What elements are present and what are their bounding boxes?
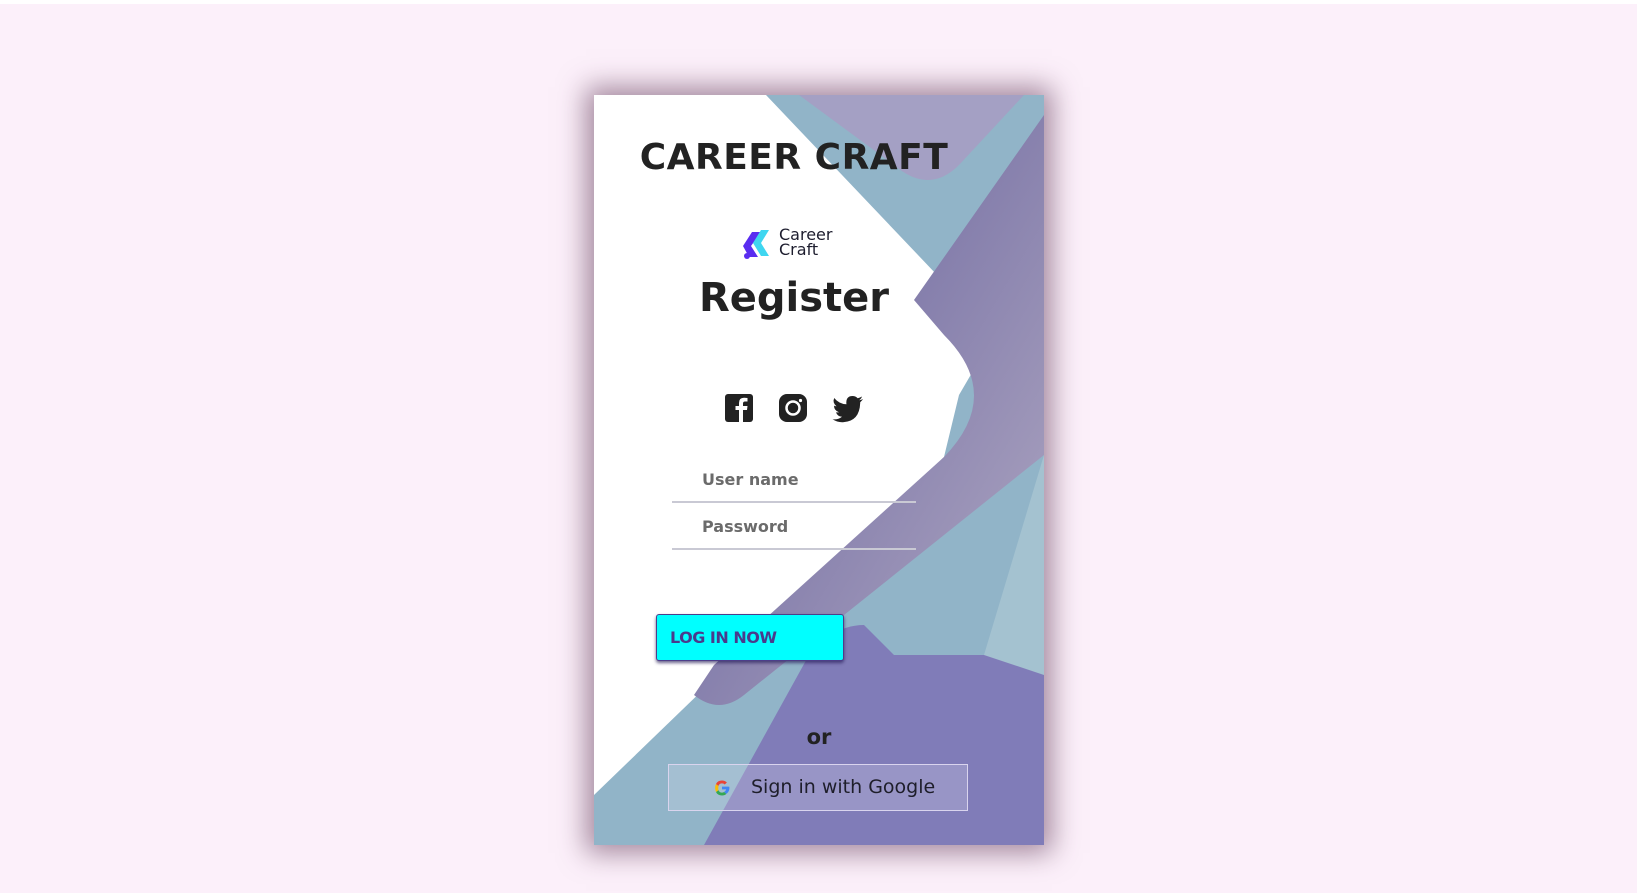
career-craft-logo: Career Craft: [742, 227, 846, 261]
logo-line-2: Craft: [779, 240, 819, 259]
logo-mark-icon: [743, 230, 769, 259]
or-divider-text: or: [806, 725, 832, 749]
register-heading: Register: [698, 275, 890, 321]
google-signin-label: Sign in with Google: [751, 776, 936, 798]
username-field: [672, 457, 916, 503]
google-signin-button[interactable]: Sign in with Google: [668, 764, 968, 811]
brand-title: CAREER CRAFT: [639, 137, 949, 178]
logo-wordmark: Career Craft: [779, 227, 832, 259]
username-input[interactable]: [672, 457, 916, 501]
password-input[interactable]: [672, 504, 916, 548]
facebook-icon[interactable]: [724, 393, 754, 423]
instagram-icon[interactable]: [778, 393, 808, 423]
twitter-icon[interactable]: [832, 393, 863, 423]
register-card: CAREER CRAFT Career Craft Register User …: [594, 95, 1044, 845]
google-icon: [715, 780, 730, 796]
login-button[interactable]: LOG IN NOW: [656, 614, 844, 661]
password-field: [672, 504, 916, 550]
